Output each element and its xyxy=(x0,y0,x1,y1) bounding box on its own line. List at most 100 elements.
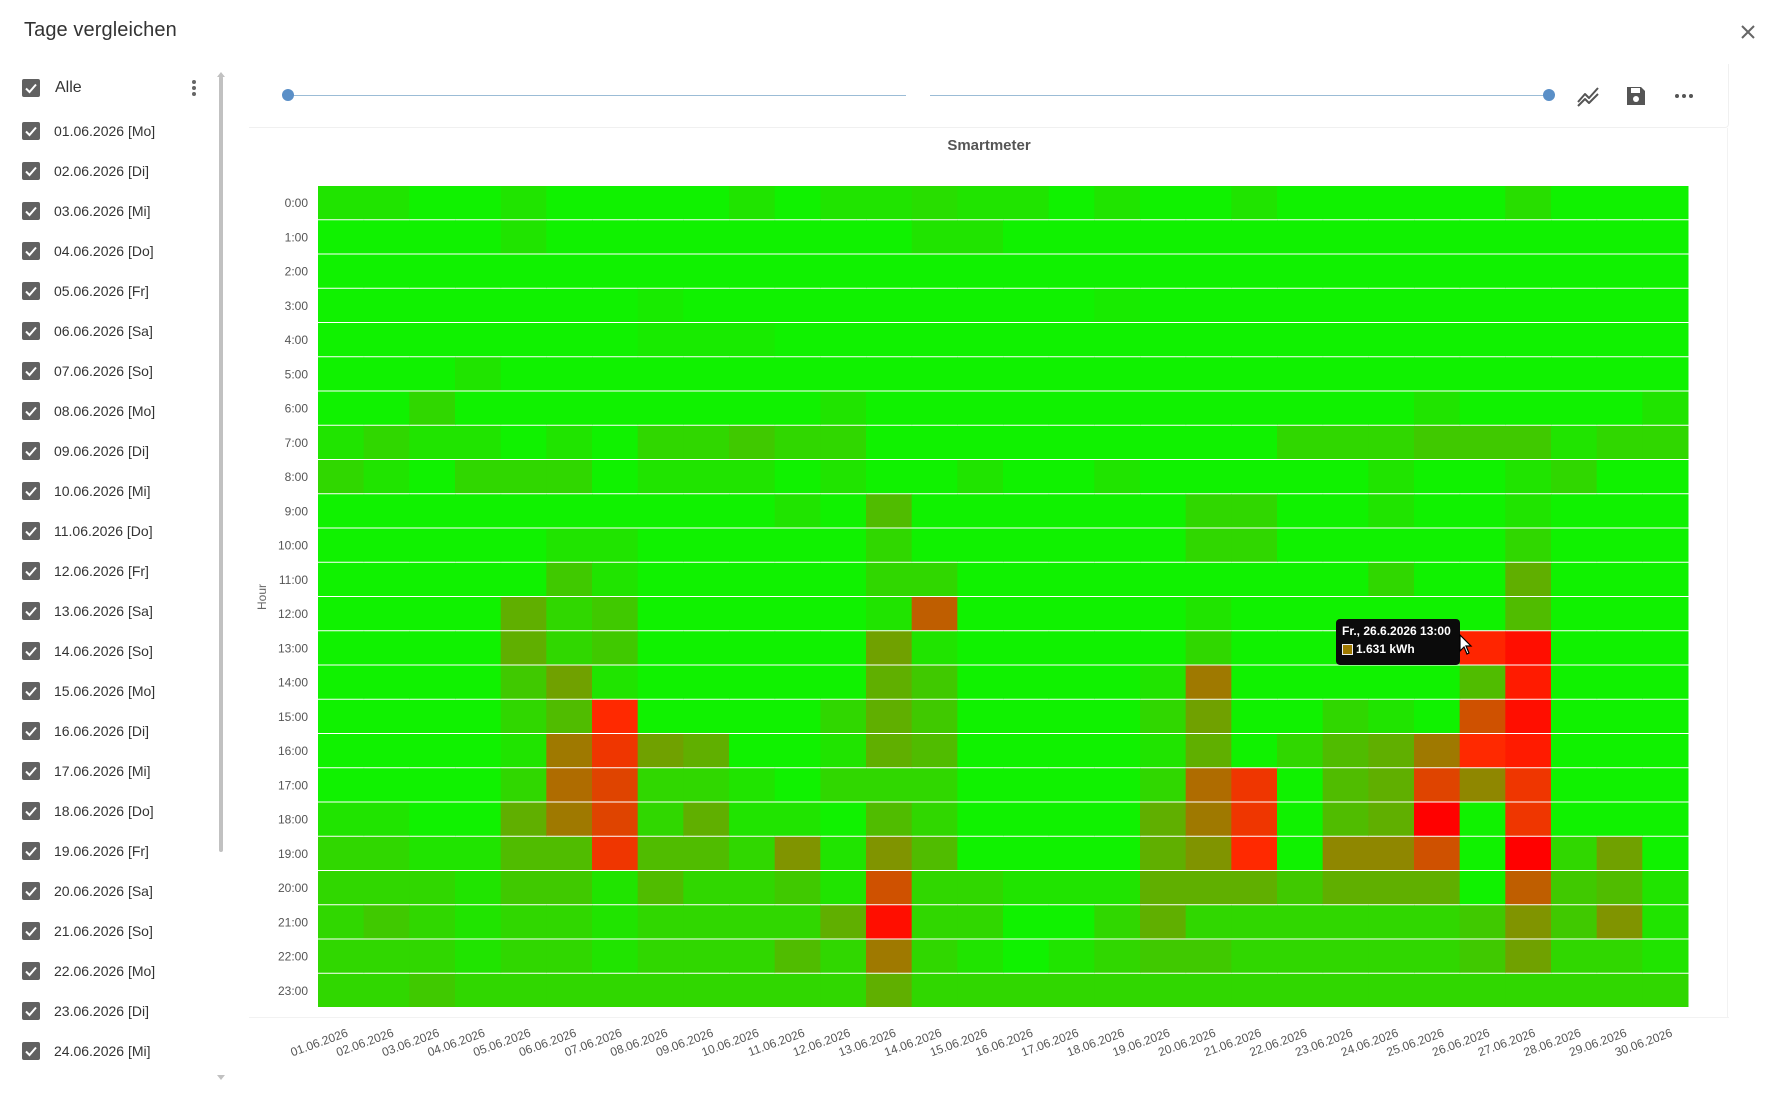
heatmap-cell[interactable] xyxy=(911,939,958,973)
heatmap-cell[interactable] xyxy=(1048,460,1095,494)
heatmap-cell[interactable] xyxy=(1368,562,1415,596)
heatmap-cell[interactable] xyxy=(866,528,913,562)
heatmap-cell[interactable] xyxy=(455,939,502,973)
heatmap-cell[interactable] xyxy=(1642,699,1689,733)
heatmap-cell[interactable] xyxy=(866,802,913,836)
heatmap-cell[interactable] xyxy=(683,460,730,494)
heatmap-cell[interactable] xyxy=(1642,871,1689,905)
heatmap-cell[interactable] xyxy=(957,357,1004,391)
heatmap-cell[interactable] xyxy=(729,288,776,322)
heatmap-cell[interactable] xyxy=(1094,391,1141,425)
heatmap-cell[interactable] xyxy=(729,802,776,836)
heatmap-cell[interactable] xyxy=(1596,631,1643,665)
heatmap-cell[interactable] xyxy=(1551,186,1598,220)
heatmap-cell[interactable] xyxy=(1003,871,1050,905)
heatmap-cell[interactable] xyxy=(409,562,456,596)
heatmap-cell[interactable] xyxy=(866,562,913,596)
heatmap-cell[interactable] xyxy=(729,768,776,802)
heatmap-cell[interactable] xyxy=(1642,254,1689,288)
heatmap-cell[interactable] xyxy=(820,562,867,596)
heatmap-cell[interactable] xyxy=(1459,562,1506,596)
heatmap-cell[interactable] xyxy=(1231,768,1278,802)
heatmap-cell[interactable] xyxy=(866,631,913,665)
heatmap-cell[interactable] xyxy=(1277,288,1324,322)
heatmap-cell[interactable] xyxy=(1231,425,1278,459)
heatmap-cell[interactable] xyxy=(1368,734,1415,768)
heatmap-cell[interactable] xyxy=(1551,357,1598,391)
heatmap-cell[interactable] xyxy=(363,597,410,631)
heatmap-cell[interactable] xyxy=(683,665,730,699)
heatmap-cell[interactable] xyxy=(1642,220,1689,254)
heatmap-cell[interactable] xyxy=(866,425,913,459)
heatmap-cell[interactable] xyxy=(1231,391,1278,425)
heatmap-cell[interactable] xyxy=(866,288,913,322)
heatmap-cell[interactable] xyxy=(866,871,913,905)
heatmap-cell[interactable] xyxy=(820,905,867,939)
heatmap-cell[interactable] xyxy=(1551,494,1598,528)
heatmap-cell[interactable] xyxy=(1459,836,1506,870)
heatmap-cell[interactable] xyxy=(957,665,1004,699)
heatmap-cell[interactable] xyxy=(1094,734,1141,768)
heatmap-cell[interactable] xyxy=(1596,973,1643,1007)
heatmap-cell[interactable] xyxy=(637,939,684,973)
heatmap-cell[interactable] xyxy=(500,220,547,254)
heatmap-cell[interactable] xyxy=(1551,734,1598,768)
heatmap-cell[interactable] xyxy=(318,425,365,459)
heatmap-cell[interactable] xyxy=(683,973,730,1007)
heatmap-cell[interactable] xyxy=(1003,836,1050,870)
heatmap-cell[interactable] xyxy=(1048,871,1095,905)
heatmap-cell[interactable] xyxy=(866,939,913,973)
heatmap-cell[interactable] xyxy=(911,905,958,939)
heatmap-cell[interactable] xyxy=(546,391,593,425)
heatmap-cell[interactable] xyxy=(1368,288,1415,322)
heatmap-cell[interactable] xyxy=(546,802,593,836)
heatmap-cell[interactable] xyxy=(1322,871,1369,905)
heatmap-cell[interactable] xyxy=(911,186,958,220)
heatmap-cell[interactable] xyxy=(1277,186,1324,220)
heatmap-cell[interactable] xyxy=(1003,323,1050,357)
heatmap-cell[interactable] xyxy=(1596,186,1643,220)
heatmap-cell[interactable] xyxy=(729,836,776,870)
heatmap-cell[interactable] xyxy=(1505,288,1552,322)
heatmap-cell[interactable] xyxy=(1185,288,1232,322)
heatmap-cell[interactable] xyxy=(546,425,593,459)
heatmap-cell[interactable] xyxy=(911,734,958,768)
heatmap-cell[interactable] xyxy=(500,836,547,870)
heatmap-cell[interactable] xyxy=(1140,699,1187,733)
heatmap-cell[interactable] xyxy=(1459,323,1506,357)
heatmap-cell[interactable] xyxy=(1459,528,1506,562)
heatmap-cell[interactable] xyxy=(1368,871,1415,905)
heatmap-cell[interactable] xyxy=(1596,562,1643,596)
heatmap-cell[interactable] xyxy=(1505,357,1552,391)
heatmap-cell[interactable] xyxy=(1596,802,1643,836)
heatmap-cell[interactable] xyxy=(1003,528,1050,562)
heatmap-cell[interactable] xyxy=(729,699,776,733)
heatmap-cell[interactable] xyxy=(637,562,684,596)
heatmap-cell[interactable] xyxy=(1277,562,1324,596)
heatmap-cell[interactable] xyxy=(500,973,547,1007)
heatmap-cell[interactable] xyxy=(1322,802,1369,836)
heatmap-cell[interactable] xyxy=(546,220,593,254)
heatmap-cell[interactable] xyxy=(1368,357,1415,391)
heatmap-cell[interactable] xyxy=(1368,905,1415,939)
heatmap-cell[interactable] xyxy=(500,631,547,665)
heatmap-cell[interactable] xyxy=(409,699,456,733)
heatmap-cell[interactable] xyxy=(1094,494,1141,528)
heatmap-cell[interactable] xyxy=(1277,220,1324,254)
heatmap-cell[interactable] xyxy=(866,323,913,357)
heatmap-cell[interactable] xyxy=(1414,460,1461,494)
heatmap-cell[interactable] xyxy=(1185,494,1232,528)
heatmap-cell[interactable] xyxy=(911,254,958,288)
heatmap-cell[interactable] xyxy=(774,494,821,528)
heatmap-cell[interactable] xyxy=(592,494,639,528)
heatmap-cell[interactable] xyxy=(1642,425,1689,459)
heatmap-cell[interactable] xyxy=(1048,665,1095,699)
heatmap-cell[interactable] xyxy=(1003,905,1050,939)
heatmap-cell[interactable] xyxy=(1596,768,1643,802)
heatmap-cell[interactable] xyxy=(1140,836,1187,870)
heatmap-cell[interactable] xyxy=(455,323,502,357)
heatmap-cell[interactable] xyxy=(546,631,593,665)
heatmap-cell[interactable] xyxy=(409,186,456,220)
heatmap-cell[interactable] xyxy=(500,665,547,699)
heatmap-cell[interactable] xyxy=(1414,220,1461,254)
